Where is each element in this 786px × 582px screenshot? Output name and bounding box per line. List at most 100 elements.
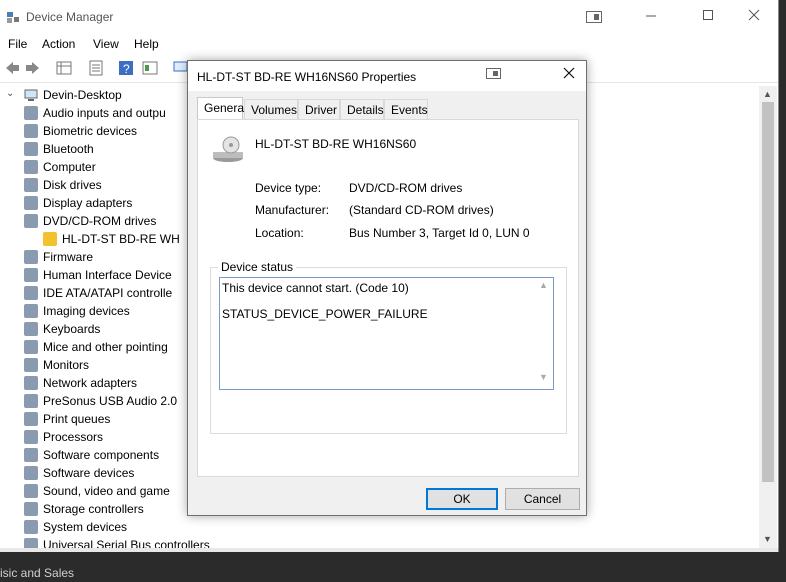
properties-grid-icon[interactable] [56, 60, 72, 76]
speaker-icon [24, 484, 38, 498]
tab-events[interactable]: Events [384, 99, 428, 120]
device-manager-icon [7, 12, 19, 23]
location-label: Location: [255, 226, 304, 240]
audio-device-icon [24, 394, 38, 408]
monitor-icon [24, 358, 38, 372]
status-scrollbar[interactable]: ▲ ▼ [536, 278, 552, 387]
properties-dialog: HL-DT-ST BD-RE WH16NS60 Properties Gener… [187, 60, 587, 516]
display-adapter-icon [24, 196, 38, 210]
snap-layout-icon[interactable] [486, 68, 502, 82]
tree-item-label: DVD/CD-ROM drives [43, 214, 157, 228]
manufacturer-value: (Standard CD-ROM drives) [349, 203, 494, 217]
chip-icon [24, 250, 38, 264]
maximize-icon [703, 10, 713, 20]
dvd-drive-icon [213, 136, 243, 162]
list-view-icon[interactable] [88, 60, 104, 76]
hid-icon [24, 268, 38, 282]
tree-item-label: Biometric devices [43, 124, 138, 138]
tree-item-label: Universal Serial Bus controllers [43, 538, 210, 548]
tree-item-label: Display adapters [43, 196, 133, 210]
close-icon [748, 9, 760, 21]
chevron-down-icon[interactable]: ⌄ [6, 88, 14, 99]
device-status-textbox[interactable]: This device cannot start. (Code 10) STAT… [219, 277, 554, 390]
action-grid-icon[interactable] [142, 60, 158, 76]
tree-item-label: Imaging devices [43, 304, 130, 318]
fingerprint-icon [24, 124, 38, 138]
tree-item-label: Disk drives [43, 178, 102, 192]
puzzle-icon [24, 448, 38, 462]
tree-item-label: Keyboards [43, 322, 101, 336]
tree-item-label: Mice and other pointing [43, 340, 168, 354]
menu-help[interactable]: Help [134, 37, 159, 51]
printer-icon [24, 412, 38, 426]
tab-general[interactable]: General [197, 97, 247, 121]
tab-general-label: General [204, 101, 247, 115]
help-icon[interactable]: ? [118, 60, 134, 76]
tree-item-label: HL-DT-ST BD-RE WH [62, 232, 180, 246]
device-name: HL-DT-ST BD-RE WH16NS60 [255, 137, 417, 151]
menu-action[interactable]: Action [42, 37, 75, 51]
scrollbar-thumb[interactable] [762, 102, 774, 482]
scroll-up-icon[interactable]: ▲ [763, 89, 772, 99]
dvd-icon [24, 214, 38, 228]
cancel-button[interactable]: Cancel [505, 488, 580, 510]
tree-item-label: Human Interface Device [43, 268, 172, 282]
mouse-icon [24, 340, 38, 354]
status-line-1: This device cannot start. (Code 10) [222, 281, 409, 295]
tree-category[interactable]: ›Universal Serial Bus controllers [0, 536, 758, 548]
minimize-button[interactable] [640, 8, 662, 26]
speaker-icon [24, 106, 38, 120]
tab-volumes-label: Volumes [251, 103, 298, 117]
tree-item-label: Network adapters [43, 376, 138, 390]
computer-icon [24, 89, 38, 101]
minimize-icon [646, 15, 656, 17]
tree-item-label: PreSonus USB Audio 2.0 [43, 394, 178, 408]
monitor-icon [24, 160, 38, 174]
disk-icon [24, 178, 38, 192]
tree-item-label: Bluetooth [43, 142, 94, 156]
tree-item-label: Software devices [43, 466, 135, 480]
tab-volumes[interactable]: Volumes [244, 99, 298, 120]
controller-icon [24, 286, 38, 300]
tab-driver[interactable]: Driver [298, 99, 340, 120]
location-value: Bus Number 3, Target Id 0, LUN 0 [349, 226, 530, 240]
ok-button[interactable]: OK [426, 488, 498, 510]
close-window-button[interactable] [743, 8, 765, 26]
tab-details[interactable]: Details [340, 99, 384, 120]
device-type-value: DVD/CD-ROM drives [349, 181, 463, 195]
background-text: isic and Sales [0, 566, 75, 580]
device-status-legend: Device status [218, 260, 297, 274]
svg-text:?: ? [123, 62, 130, 76]
dialog-title-bar[interactable]: HL-DT-ST BD-RE WH16NS60 Properties [188, 61, 586, 91]
menu-bar: File Action View Help [0, 34, 778, 56]
storage-icon [24, 502, 38, 516]
background-window-strip [0, 552, 786, 582]
tree-item-label: Monitors [43, 358, 90, 372]
menu-view[interactable]: View [93, 37, 119, 51]
status-line-2: STATUS_DEVICE_POWER_FAILURE [222, 307, 428, 321]
tree-item-label: Audio inputs and outpu [43, 106, 166, 120]
window-title: Device Manager [26, 10, 114, 24]
warning-dvd-icon [43, 232, 57, 246]
menu-file[interactable]: File [8, 37, 27, 51]
scroll-down-icon[interactable]: ▼ [763, 534, 772, 544]
usb-icon [24, 538, 38, 548]
tree-item-label: Firmware [43, 250, 93, 264]
back-arrow-icon[interactable] [4, 60, 20, 76]
camera-icon [24, 304, 38, 318]
title-bar[interactable]: Device Manager [0, 0, 778, 34]
scroll-up-icon[interactable]: ▲ [539, 280, 548, 290]
tree-category[interactable]: ›System devices [0, 518, 758, 536]
tree-root-label: Devin-Desktop [43, 88, 122, 102]
tree-item-label: Software components [43, 448, 160, 462]
puzzle-icon [24, 466, 38, 480]
cpu-icon [24, 430, 38, 444]
keyboard-icon [24, 322, 38, 336]
maximize-button[interactable] [697, 8, 719, 26]
tab-events-label: Events [391, 103, 428, 117]
snap-layout-icon[interactable] [586, 11, 602, 23]
scroll-down-icon[interactable]: ▼ [539, 372, 548, 382]
dialog-close-icon[interactable] [562, 66, 576, 80]
general-tab-panel: HL-DT-ST BD-RE WH16NS60 Device type: DVD… [197, 119, 579, 477]
forward-arrow-icon[interactable] [25, 60, 41, 76]
